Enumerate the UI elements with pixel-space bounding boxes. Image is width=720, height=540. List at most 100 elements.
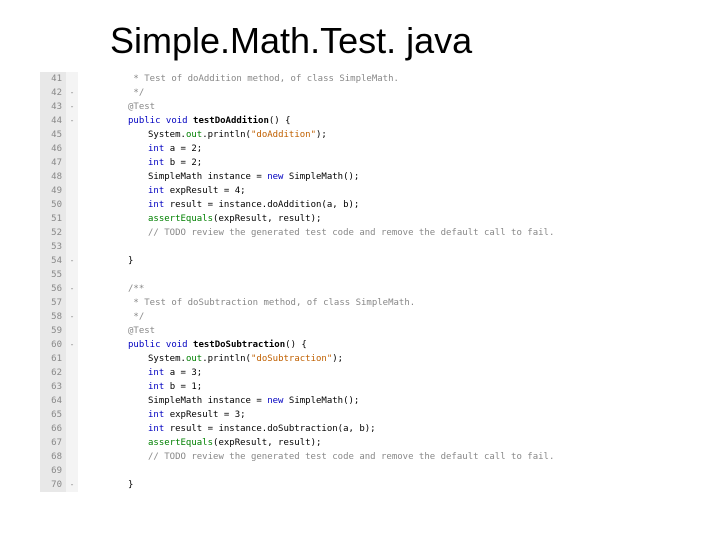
fold-toggle[interactable]: -	[66, 114, 78, 128]
code-editor[interactable]: 4142434445464748495051525354555657585960…	[40, 72, 680, 492]
token-plain: }	[128, 254, 133, 268]
code-line[interactable]: assertEquals(expResult, result);	[78, 436, 680, 450]
code-line[interactable]: SimpleMath instance = new SimpleMath();	[78, 394, 680, 408]
code-line[interactable]: * Test of doSubtraction method, of class…	[78, 296, 680, 310]
token-str: "doSubtraction"	[251, 352, 332, 366]
fold-toggle	[66, 324, 78, 338]
token-cm: */	[128, 310, 144, 324]
code-line[interactable]: int result = instance.doAddition(a, b);	[78, 198, 680, 212]
code-line[interactable]: assertEquals(expResult, result);	[78, 212, 680, 226]
token-plain: System.	[148, 128, 186, 142]
indent	[78, 268, 128, 282]
token-plain: (expResult, result);	[213, 436, 321, 450]
indent	[78, 128, 148, 142]
fold-gutter[interactable]: --------	[66, 72, 78, 492]
fold-toggle	[66, 226, 78, 240]
line-number: 50	[44, 198, 62, 212]
indent	[78, 338, 128, 352]
indent	[78, 142, 148, 156]
fold-toggle[interactable]: -	[66, 86, 78, 100]
code-line[interactable]	[78, 464, 680, 478]
line-number: 52	[44, 226, 62, 240]
token-plain: result = instance.doSubtraction(a, b);	[170, 422, 376, 436]
code-line[interactable]: int b = 1;	[78, 380, 680, 394]
page-title: Simple.Math.Test. java	[110, 20, 680, 62]
code-line[interactable]: // TODO review the generated test code a…	[78, 450, 680, 464]
token-plain: (expResult, result);	[213, 212, 321, 226]
code-line[interactable]: int expResult = 4;	[78, 184, 680, 198]
code-line[interactable]: SimpleMath instance = new SimpleMath();	[78, 170, 680, 184]
token-plain: () {	[269, 114, 291, 128]
indent	[78, 86, 128, 100]
fold-toggle	[66, 408, 78, 422]
code-line[interactable]: int a = 2;	[78, 142, 680, 156]
fold-toggle[interactable]: -	[66, 282, 78, 296]
fold-toggle[interactable]: -	[66, 100, 78, 114]
token-cm: * Test of doSubtraction method, of class…	[128, 296, 415, 310]
code-line[interactable]: }	[78, 254, 680, 268]
line-number: 64	[44, 394, 62, 408]
line-number: 55	[44, 268, 62, 282]
fold-toggle	[66, 366, 78, 380]
code-line[interactable]: int result = instance.doSubtraction(a, b…	[78, 422, 680, 436]
fold-toggle[interactable]: -	[66, 338, 78, 352]
indent	[78, 478, 128, 492]
indent	[78, 282, 128, 296]
code-line[interactable]: * Test of doAddition method, of class Si…	[78, 72, 680, 86]
indent	[78, 366, 148, 380]
token-kw: int	[148, 408, 170, 422]
code-line[interactable]: public void testDoSubtraction() {	[78, 338, 680, 352]
indent	[78, 184, 148, 198]
code-line[interactable]: int expResult = 3;	[78, 408, 680, 422]
token-plain: SimpleMath instance =	[148, 394, 267, 408]
code-line[interactable]: public void testDoAddition() {	[78, 114, 680, 128]
fold-toggle[interactable]: -	[66, 254, 78, 268]
indent	[78, 380, 148, 394]
indent	[78, 450, 148, 464]
code-line[interactable]: */	[78, 86, 680, 100]
indent	[78, 198, 148, 212]
code-line[interactable]: @Test	[78, 100, 680, 114]
fold-toggle[interactable]: -	[66, 310, 78, 324]
line-number: 70	[44, 478, 62, 492]
line-number: 53	[44, 240, 62, 254]
token-kw: int	[148, 422, 170, 436]
code-line[interactable]: int b = 2;	[78, 156, 680, 170]
token-kw: int	[148, 366, 170, 380]
indent	[78, 100, 128, 114]
fold-toggle[interactable]: -	[66, 478, 78, 492]
line-number: 62	[44, 366, 62, 380]
token-fld: out	[186, 128, 202, 142]
slide: Simple.Math.Test. java 41424344454647484…	[0, 0, 720, 540]
token-ann: @Test	[128, 100, 155, 114]
token-kw: int	[148, 142, 170, 156]
indent	[78, 310, 128, 324]
token-plain: b = 1;	[170, 380, 203, 394]
token-plain: expResult = 4;	[170, 184, 246, 198]
token-kw: public void	[128, 338, 193, 352]
code-line[interactable]: /**	[78, 282, 680, 296]
code-line[interactable]	[78, 240, 680, 254]
token-plain: a = 2;	[170, 142, 203, 156]
indent	[78, 324, 128, 338]
token-plain: .println(	[202, 128, 251, 142]
indent	[78, 170, 148, 184]
fold-toggle	[66, 380, 78, 394]
fold-toggle	[66, 198, 78, 212]
code-line[interactable]: */	[78, 310, 680, 324]
code-line[interactable]: }	[78, 478, 680, 492]
token-str: "doAddition"	[251, 128, 316, 142]
code-line[interactable]: System.out.println("doSubtraction");	[78, 352, 680, 366]
code-line[interactable]: @Test	[78, 324, 680, 338]
fold-toggle	[66, 184, 78, 198]
token-plain: );	[316, 128, 327, 142]
code-area[interactable]: * Test of doAddition method, of class Si…	[78, 72, 680, 492]
code-line[interactable]: System.out.println("doAddition");	[78, 128, 680, 142]
token-kw: public void	[128, 114, 193, 128]
code-line[interactable]: // TODO review the generated test code a…	[78, 226, 680, 240]
fold-toggle	[66, 268, 78, 282]
line-number: 68	[44, 450, 62, 464]
code-line[interactable]	[78, 268, 680, 282]
indent	[78, 114, 128, 128]
code-line[interactable]: int a = 3;	[78, 366, 680, 380]
